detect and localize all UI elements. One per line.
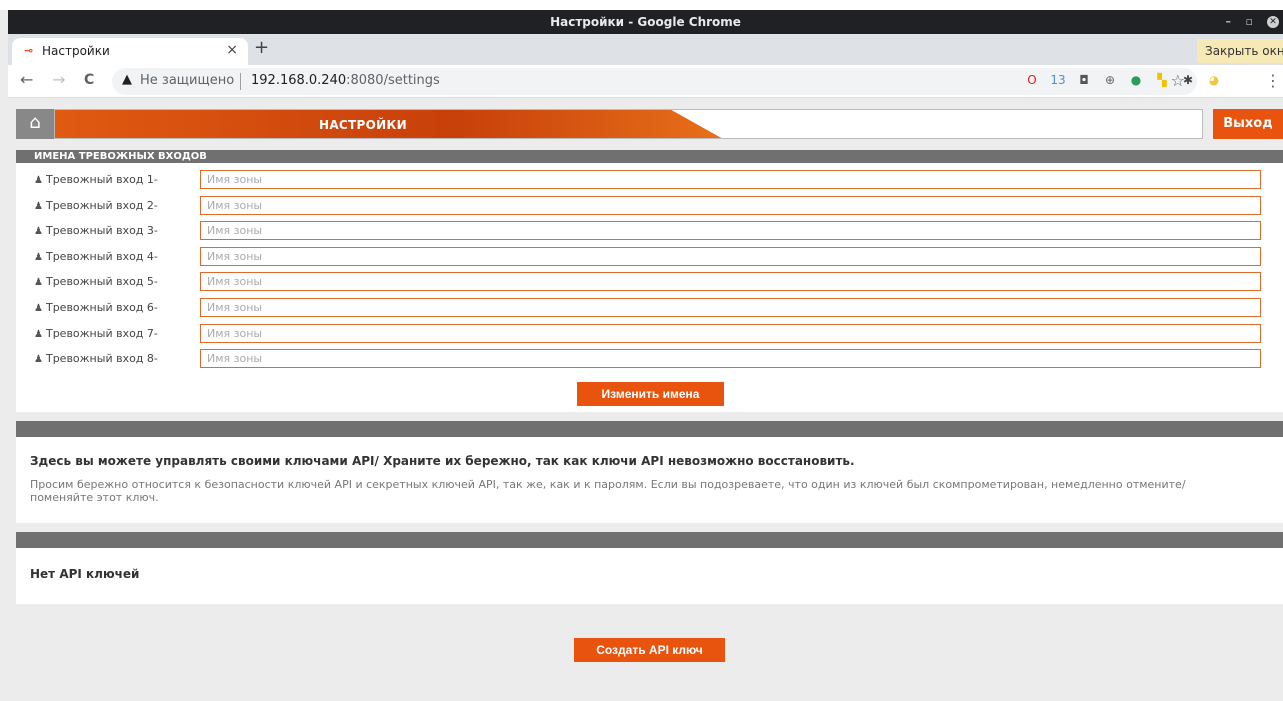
page-content: ⌂ НАСТРОЙКИ Выход ИМЕНА ТРЕВОЖНЫХ ВХОДОВ… (8, 99, 1283, 701)
api-keys-panel: Нет API ключей (16, 532, 1283, 604)
zone-label: ♟ Тревожный вход 5- (34, 275, 158, 288)
tab-close-icon[interactable]: × (226, 42, 238, 58)
maximize-icon[interactable]: ▫ (1246, 10, 1253, 34)
zone-name-input[interactable] (200, 195, 1261, 215)
earth-icon[interactable]: ● (1128, 72, 1144, 88)
zone-label-text: Тревожный вход 1- (45, 173, 158, 186)
favicon-icon: ⊸ (24, 44, 34, 57)
zone-label-text: Тревожный вход 8- (45, 352, 158, 366)
zone-name-input[interactable] (200, 298, 1261, 317)
address-separator (240, 73, 241, 90)
no-api-keys-text: Нет API ключей (30, 567, 140, 581)
zone-row: ♟ Тревожный вход 4- (16, 246, 1283, 267)
back-icon[interactable]: ← (20, 70, 33, 89)
alarm-bell-icon: ♟ (34, 251, 43, 263)
alarm-bell-icon: ♟ (34, 200, 43, 212)
zone-row: ♟ Тревожный вход 8- (16, 349, 1283, 369)
create-api-key-button[interactable]: Создать API ключ (574, 638, 725, 662)
window-title-bar: Настройки - Google Chrome – ▫ ✕ (8, 10, 1283, 34)
url-text[interactable]: 192.168.0.240:8080/settings (251, 73, 440, 88)
alarm-bell-icon: ♟ (34, 354, 43, 366)
alarm-inputs-title: ИМЕНА ТРЕВОЖНЫХ ВХОДОВ (16, 150, 1283, 163)
rename-button[interactable]: Изменить имена (577, 382, 724, 406)
zone-label: ♟ Тревожный вход 1- (34, 173, 158, 186)
screen-icon[interactable]: ◘ (1076, 72, 1092, 88)
api-info-heading: Здесь вы можете управлять своими ключами… (30, 454, 855, 468)
tab-settings[interactable]: ⊸ Настройки × (12, 38, 248, 65)
alarm-bell-icon: ♟ (34, 175, 43, 186)
zone-label: ♟ Тревожный вход 8- (34, 352, 158, 365)
api-info-description: Просим бережно относится к безопасности … (30, 478, 1186, 504)
calendar-icon[interactable]: 13 (1050, 72, 1066, 88)
home-icon[interactable]: ⌂ (16, 109, 54, 139)
alarm-bell-icon: ♟ (34, 328, 43, 340)
minimize-icon[interactable]: – (1226, 10, 1232, 34)
url-path: :8080/settings (346, 73, 440, 88)
alarm-bell-icon: ♟ (34, 303, 43, 314)
zone-row: ♟ Тревожный вход 3- (16, 221, 1283, 241)
window-title: Настройки - Google Chrome (550, 15, 741, 29)
warning-icon[interactable]: ▲ (122, 72, 132, 87)
zone-label-text: Тревожный вход 6- (45, 301, 158, 314)
zone-label: ♟ Тревожный вход 7- (34, 327, 158, 340)
zone-label-text: Тревожный вход 5- (45, 275, 158, 289)
zone-name-input[interactable] (200, 323, 1261, 343)
zone-label: ♟ Тревожный вход 6- (34, 301, 158, 314)
security-label[interactable]: Не защищено (140, 73, 234, 88)
zone-label-text: Тревожный вход 4- (45, 249, 158, 263)
desktop-strip (0, 0, 1283, 10)
zone-label: ♟ Тревожный вход 3- (34, 224, 158, 237)
tab-strip: ⊸ Настройки × + Закрыть окно (8, 34, 1283, 65)
zone-label: ♟ Тревожный вход 4- (34, 250, 158, 263)
url-host: 192.168.0.240 (251, 73, 347, 88)
globe-icon[interactable]: ⊕ (1102, 72, 1118, 88)
zone-name-input[interactable] (200, 246, 1261, 266)
zone-row: ♟ Тревожный вход 5- (16, 272, 1283, 292)
alarm-inputs-panel: ИМЕНА ТРЕВОЖНЫХ ВХОДОВ ♟ Тревожный вход 1… (16, 150, 1283, 412)
api-info-header-bar (16, 421, 1283, 437)
menu-icon[interactable]: ⋮ (1265, 71, 1281, 90)
page-header: ⌂ НАСТРОЙКИ Выход (16, 109, 1283, 139)
api-keys-header-bar (16, 532, 1283, 548)
close-window-tooltip: Закрыть окно (1197, 39, 1283, 63)
tab-title: Настройки (42, 44, 110, 58)
header-banner: НАСТРОЙКИ (54, 109, 1203, 139)
zone-row: ♟ Тревожный вход 2- (16, 195, 1283, 216)
zone-name-input[interactable] (200, 221, 1261, 241)
zone-name-input[interactable] (200, 349, 1261, 369)
flag-icon[interactable]: ▚ (1154, 72, 1170, 88)
reload-icon[interactable]: C (84, 72, 94, 88)
alarm-bell-icon: ♟ (34, 277, 43, 289)
page-title: НАСТРОЙКИ (319, 118, 407, 132)
opera-icon[interactable]: O (1024, 72, 1040, 88)
zone-row: ♟ Тревожный вход 6- (16, 298, 1283, 318)
zone-label-text: Тревожный вход 3- (45, 224, 158, 238)
api-info-panel: Здесь вы можете управлять своими ключами… (16, 421, 1283, 523)
zone-row: ♟ Тревожный вход 7- (16, 323, 1283, 344)
zone-label: ♟ Тревожный вход 2- (34, 199, 158, 212)
forward-icon[interactable]: → (52, 70, 65, 89)
new-tab-icon[interactable]: + (254, 37, 269, 58)
logout-button[interactable]: Выход (1213, 109, 1283, 139)
zone-label-text: Тревожный вход 7- (45, 326, 158, 340)
puzzle-icon[interactable]: ✱ (1180, 72, 1196, 88)
window-close-icon[interactable]: ✕ (1267, 16, 1279, 28)
browser-toolbar: ← → C ▲ Не защищено 192.168.0.240:8080/s… (8, 65, 1283, 98)
zone-name-input[interactable] (200, 272, 1261, 292)
avatar-icon[interactable]: ◕ (1206, 72, 1222, 88)
zone-label-text: Тревожный вход 2- (45, 198, 158, 212)
alarm-bell-icon: ♟ (34, 226, 43, 238)
zone-name-input[interactable] (200, 170, 1261, 189)
zone-row: ♟ Тревожный вход 1- (16, 170, 1283, 190)
